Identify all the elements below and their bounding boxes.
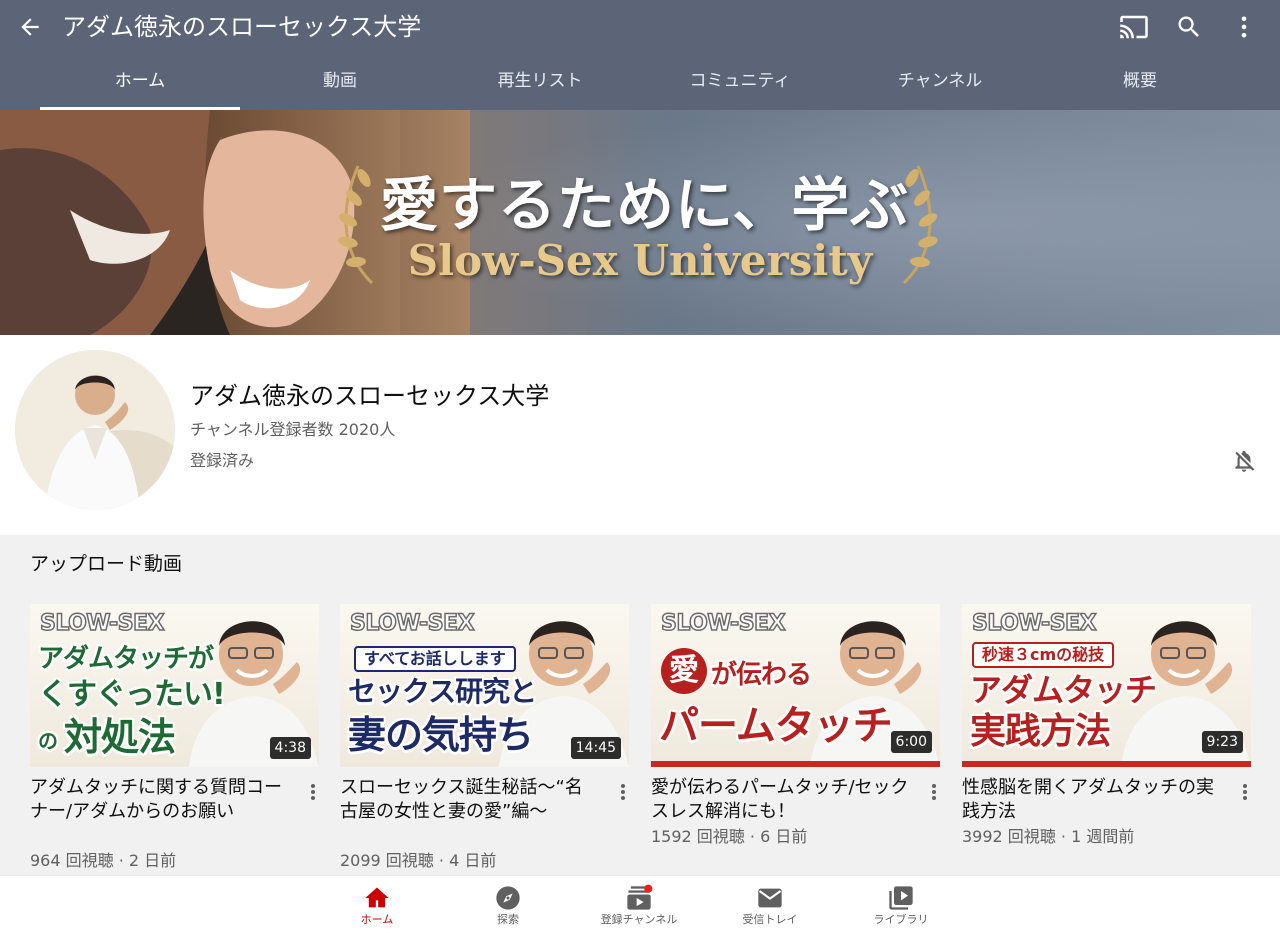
- more-vert-icon: [621, 784, 625, 800]
- thumbnail-boxed-caption: すべてお話しします: [354, 646, 516, 672]
- nav-inbox[interactable]: 受信トレイ: [715, 880, 825, 934]
- bottom-navigation: ホーム 探索 登録チャンネル 受信トレイ ライブラリ: [0, 875, 1280, 935]
- video-title[interactable]: 性感脳を開くアダムタッチの実践方法: [962, 776, 1222, 824]
- thumbnail-brand-text: SLOW-SEX: [971, 610, 1097, 637]
- video-card[interactable]: SLOW-SEX アダムタッチが くすぐったい! の 対処法 4:38 アダムタ…: [30, 604, 319, 870]
- nav-label: ライブラリ: [873, 913, 929, 926]
- thumbnail-headline-2: パームタッチ: [659, 703, 893, 749]
- cast-button[interactable]: [1118, 11, 1150, 43]
- video-menu-button[interactable]: [615, 780, 631, 804]
- thumbnail-headline-1: が伝わる: [711, 660, 812, 690]
- nav-subscriptions[interactable]: 登録チャンネル: [584, 880, 694, 934]
- tab-channels[interactable]: チャンネル: [840, 56, 1040, 110]
- subscriptions-icon: [627, 884, 653, 910]
- thumbnail-red-bar: [962, 761, 1251, 767]
- more-options-button[interactable]: [1228, 11, 1260, 43]
- inbox-mail-icon: [758, 888, 782, 908]
- banner-subtitle: Slow-Sex University: [407, 236, 873, 285]
- nav-explore[interactable]: 探索: [453, 880, 563, 934]
- nav-home[interactable]: ホーム: [322, 880, 432, 934]
- nav-label: 受信トレイ: [742, 913, 798, 926]
- thumbnail-headline-3: 対処法: [64, 715, 176, 759]
- bell-off-icon: [1235, 450, 1255, 472]
- thumbnail-headline-2: 妻の気持ち: [348, 713, 534, 757]
- tab-home[interactable]: ホーム: [40, 56, 240, 110]
- video-duration-badge: 6:00: [890, 731, 932, 753]
- video-meta: 3992 回視聴 · 1 週間前: [962, 827, 1135, 846]
- app-bar: アダム徳永のスローセックス大学 ホーム 動画 再生リスト コミュニティ チャンネ…: [0, 0, 1280, 110]
- uploads-section-title: アップロード動画: [30, 553, 183, 575]
- thumbnail-red-bar: [651, 761, 940, 767]
- thumbnail-boxed-caption: 秒速３cmの秘技: [972, 642, 1115, 668]
- thumbnail-brand-text: SLOW-SEX: [39, 610, 165, 637]
- back-button[interactable]: [14, 11, 46, 43]
- video-thumbnail[interactable]: SLOW-SEX すべてお話しします セックス研究と 妻の気持ち 14:45: [340, 604, 629, 767]
- channel-name: アダム徳永のスローセックス大学: [190, 382, 550, 410]
- thumbnail-love-badge: 愛: [661, 648, 707, 694]
- video-menu-button[interactable]: [1237, 780, 1253, 804]
- channel-banner: 愛するために、学ぶ Slow-Sex University: [0, 110, 1280, 335]
- more-vert-icon: [1243, 784, 1247, 800]
- video-meta: 964 回視聴 · 2 日前: [30, 851, 177, 870]
- explore-icon: [496, 886, 520, 910]
- tab-community[interactable]: コミュニティ: [640, 56, 840, 110]
- video-duration-badge: 4:38: [269, 737, 311, 759]
- video-menu-button[interactable]: [926, 780, 942, 804]
- nav-library[interactable]: ライブラリ: [846, 880, 956, 934]
- thumbnail-headline-1: セックス研究と: [348, 675, 537, 708]
- more-vert-icon: [932, 784, 936, 800]
- search-button[interactable]: [1173, 11, 1205, 43]
- video-card[interactable]: SLOW-SEX 愛 が伝わる パームタッチ 6:00 愛が伝わるパームタッチ/…: [651, 604, 940, 846]
- thumbnail-headline-3-prefix: の: [38, 729, 58, 753]
- nav-label: 探索: [497, 913, 519, 926]
- tab-videos[interactable]: 動画: [240, 56, 440, 110]
- video-duration-badge: 14:45: [570, 737, 621, 759]
- subscriber-count: チャンネル登録者数 2020人: [190, 420, 396, 439]
- video-menu-button[interactable]: [305, 780, 321, 804]
- back-arrow-icon: [21, 18, 39, 36]
- nav-label: 登録チャンネル: [600, 913, 678, 926]
- channel-tabs: ホーム 動画 再生リスト コミュニティ チャンネル 概要: [40, 56, 1240, 110]
- video-title[interactable]: アダムタッチに関する質問コーナー/アダムからのお願い: [30, 776, 290, 824]
- thumbnail-brand-text: SLOW-SEX: [349, 610, 475, 637]
- thumbnail-headline-1: アダムタッチ: [970, 671, 1157, 709]
- thumbnail-headline-2: くすぐったい!: [38, 677, 226, 712]
- tab-playlists[interactable]: 再生リスト: [440, 56, 640, 110]
- app-title: アダム徳永のスローセックス大学: [62, 13, 422, 41]
- channel-header: アダム徳永のスローセックス大学 チャンネル登録者数 2020人 登録済み: [0, 335, 1280, 535]
- video-card[interactable]: SLOW-SEX すべてお話しします セックス研究と 妻の気持ち 14:45 ス…: [340, 604, 629, 870]
- home-icon: [365, 887, 389, 908]
- video-thumbnail[interactable]: SLOW-SEX アダムタッチが くすぐったい! の 対処法 4:38: [30, 604, 319, 767]
- video-title[interactable]: 愛が伝わるパームタッチ/セックスレス解消にも！: [651, 776, 911, 824]
- avatar-person-image: [15, 350, 175, 510]
- video-card[interactable]: SLOW-SEX 秒速３cmの秘技 アダムタッチ 実践方法 9:23 性感脳を開…: [962, 604, 1251, 846]
- video-meta: 2099 回視聴 · 4 日前: [340, 851, 497, 870]
- nav-label: ホーム: [360, 913, 394, 926]
- tab-about[interactable]: 概要: [1040, 56, 1240, 110]
- more-vert-icon: [1241, 16, 1247, 38]
- more-vert-icon: [311, 784, 315, 800]
- video-title[interactable]: スローセックス誕生秘話〜“名古屋の女性と妻の愛”編〜: [340, 776, 600, 824]
- video-meta: 1592 回視聴 · 6 日前: [651, 827, 808, 846]
- app-bar-top-row: アダム徳永のスローセックス大学: [0, 0, 1280, 54]
- thumbnail-headline-2: 実践方法: [970, 711, 1111, 752]
- video-thumbnail[interactable]: SLOW-SEX 秒速３cmの秘技 アダムタッチ 実践方法 9:23: [962, 604, 1251, 767]
- library-icon: [889, 886, 913, 910]
- search-icon: [1178, 16, 1199, 37]
- thumbnail-brand-text: SLOW-SEX: [660, 610, 786, 637]
- cast-icon: [1120, 15, 1148, 39]
- thumbnail-headline-1: アダムタッチが: [38, 644, 214, 674]
- video-thumbnail[interactable]: SLOW-SEX 愛 が伝わる パームタッチ 6:00: [651, 604, 940, 767]
- channel-avatar[interactable]: [15, 350, 175, 510]
- subscribed-status[interactable]: 登録済み: [190, 448, 254, 474]
- video-duration-badge: 9:23: [1201, 731, 1243, 753]
- notification-bell-button[interactable]: [1228, 445, 1260, 477]
- laurel-left-icon: [338, 165, 374, 285]
- banner-headline: 愛するために、学ぶ: [380, 171, 910, 239]
